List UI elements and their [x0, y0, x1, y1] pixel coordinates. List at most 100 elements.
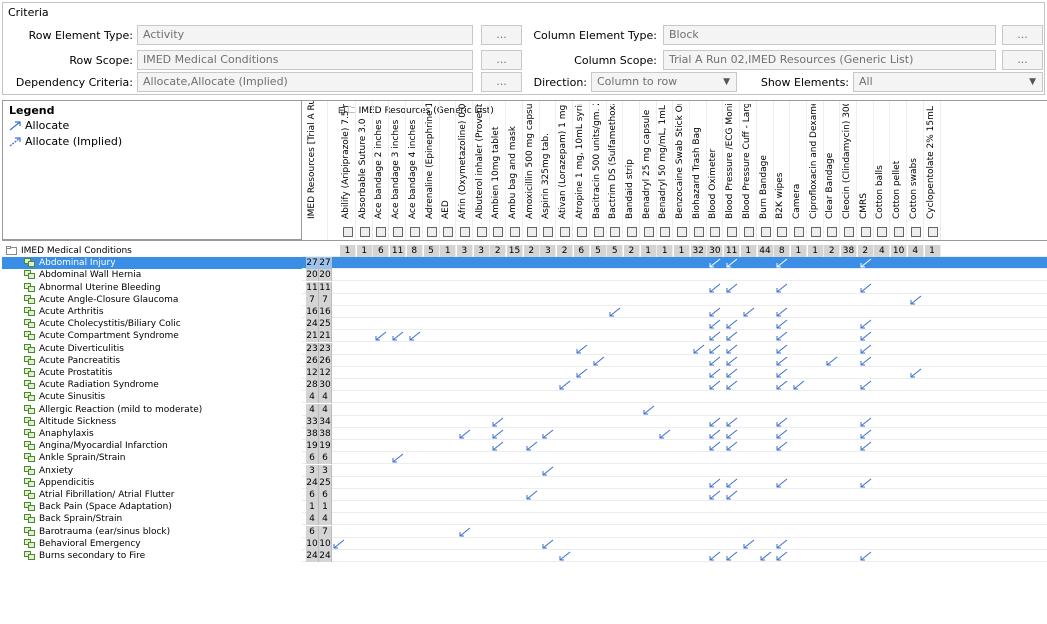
allocate-arrow-icon[interactable]	[860, 441, 872, 451]
column-header[interactable]: Benzocaine Swab Stick Oral	[674, 101, 690, 240]
col-scope-field[interactable]: Trial A Run 02,IMED Resources (Generic L…	[663, 50, 996, 70]
allocate-arrow-icon[interactable]	[776, 283, 788, 293]
column-header[interactable]: Ace bandage 4 inches	[407, 101, 423, 240]
tree-row[interactable]: Atrial Fibrillation/ Atrial Flutter	[2, 489, 302, 501]
column-header[interactable]: Cotton balls	[874, 101, 891, 240]
row-scope-field[interactable]: IMED Medical Conditions	[137, 50, 473, 70]
tree-row[interactable]: Abdominal Injury	[2, 257, 302, 270]
allocate-arrow-icon[interactable]	[609, 307, 621, 317]
allocate-arrow-icon[interactable]	[709, 417, 721, 427]
root-column-header[interactable]: IMED Resources [Trial A Run 02]	[306, 101, 328, 240]
allocate-arrow-icon[interactable]	[709, 441, 721, 451]
allocate-arrow-icon[interactable]	[726, 356, 738, 366]
column-header[interactable]: Bandaid strip	[624, 101, 640, 240]
column-header[interactable]: CMRS	[858, 101, 874, 240]
allocate-arrow-icon[interactable]	[726, 441, 738, 451]
tree-root-folder[interactable]: IMED Medical Conditions	[2, 245, 302, 257]
allocate-arrow-icon[interactable]	[459, 527, 471, 537]
allocate-arrow-icon[interactable]	[559, 380, 571, 390]
column-header[interactable]: Cyclopentolate 2% 15mL bottle	[925, 101, 941, 240]
tree-row[interactable]: Abnormal Uterine Bleeding	[2, 282, 302, 294]
dependency-field[interactable]: Allocate,Allocate (Implied)	[137, 72, 473, 92]
column-header[interactable]: AED	[440, 101, 457, 240]
allocate-arrow-icon[interactable]	[776, 319, 788, 329]
column-header[interactable]: Amoxicillin 500 mg capsule	[524, 101, 540, 240]
allocate-arrow-icon[interactable]	[860, 429, 872, 439]
allocate-arrow-icon[interactable]	[743, 539, 755, 549]
allocate-arrow-icon[interactable]	[576, 368, 588, 378]
show-elements-select[interactable]: All ▼	[853, 72, 1043, 92]
column-header[interactable]: Absorbable Suture 3.0	[357, 101, 373, 240]
column-header[interactable]: Ativan (Lorazepam) 1 mg tab	[557, 101, 574, 240]
allocate-arrow-icon[interactable]	[375, 331, 387, 341]
column-header[interactable]: Biohazard Trash Bag	[691, 101, 707, 240]
column-header[interactable]: Bacitracin 500 units/gm. 28g	[591, 101, 607, 240]
allocate-arrow-icon[interactable]	[776, 356, 788, 366]
allocate-arrow-icon[interactable]	[392, 331, 404, 341]
allocate-arrow-icon[interactable]	[542, 539, 554, 549]
column-header[interactable]: Cotton swabs	[908, 101, 924, 240]
tree-row[interactable]: Angina/Myocardial Infarction	[2, 440, 302, 452]
column-header[interactable]: Burn Bandage	[758, 101, 774, 240]
allocate-arrow-icon[interactable]	[860, 319, 872, 329]
allocate-arrow-icon[interactable]	[860, 551, 872, 561]
allocate-arrow-icon[interactable]	[860, 283, 872, 293]
tree-row[interactable]: Ankle Sprain/Strain	[2, 452, 302, 464]
allocate-arrow-icon[interactable]	[559, 551, 571, 561]
row-type-field[interactable]: Activity	[137, 25, 473, 45]
column-header[interactable]: Ace bandage 3 inches	[390, 101, 407, 240]
allocate-arrow-icon[interactable]	[709, 319, 721, 329]
column-header[interactable]: Benadryl 25 mg capsule	[641, 101, 657, 240]
allocate-arrow-icon[interactable]	[776, 380, 788, 390]
tree-row[interactable]: Acute Radiation Syndrome	[2, 379, 302, 391]
allocate-arrow-icon[interactable]	[726, 331, 738, 341]
tree-row[interactable]: Burns secondary to Fire	[2, 550, 302, 562]
tree-row[interactable]: Acute Arthritis	[2, 306, 302, 318]
allocate-arrow-icon[interactable]	[726, 417, 738, 427]
allocate-arrow-icon[interactable]	[726, 478, 738, 488]
allocate-arrow-icon[interactable]	[492, 441, 504, 451]
column-header[interactable]: Bactrim DS (Sulfamethoxazole)	[607, 101, 624, 240]
column-header[interactable]: Clear Bandage	[824, 101, 841, 240]
column-header[interactable]: Albuterol inhaler (Proventil)	[474, 101, 490, 240]
allocate-arrow-icon[interactable]	[709, 307, 721, 317]
tree-row[interactable]: Anaphylaxis	[2, 428, 302, 440]
allocate-arrow-icon[interactable]	[776, 539, 788, 549]
tree-row[interactable]: Acute Diverticulitis	[2, 343, 302, 355]
tree-row[interactable]: Behavioral Emergency	[2, 538, 302, 550]
allocate-arrow-icon[interactable]	[709, 551, 721, 561]
allocate-arrow-icon[interactable]	[709, 331, 721, 341]
tree-row[interactable]: Acute Cholecystitis/Biliary Colic	[2, 318, 302, 330]
allocate-arrow-icon[interactable]	[709, 356, 721, 366]
allocate-arrow-icon[interactable]	[910, 295, 922, 305]
column-header[interactable]: Ambu bag and mask	[507, 101, 523, 240]
allocate-arrow-icon[interactable]	[776, 258, 788, 268]
row-type-browse-button[interactable]: ...	[481, 25, 522, 45]
row-scope-browse-button[interactable]: ...	[481, 50, 522, 70]
allocate-arrow-icon[interactable]	[709, 344, 721, 354]
allocate-arrow-icon[interactable]	[726, 344, 738, 354]
allocate-arrow-icon[interactable]	[492, 417, 504, 427]
allocate-arrow-icon[interactable]	[709, 368, 721, 378]
allocate-arrow-icon[interactable]	[826, 356, 838, 366]
tree-row[interactable]: Altitude Sickness	[2, 416, 302, 428]
allocate-arrow-icon[interactable]	[860, 478, 872, 488]
allocate-arrow-icon[interactable]	[860, 417, 872, 427]
allocate-arrow-icon[interactable]	[709, 283, 721, 293]
allocate-arrow-icon[interactable]	[709, 380, 721, 390]
allocate-arrow-icon[interactable]	[726, 380, 738, 390]
direction-select[interactable]: Column to row ▼	[591, 72, 737, 92]
allocate-arrow-icon[interactable]	[526, 490, 538, 500]
column-header[interactable]: Blood Oximeter	[707, 101, 724, 240]
col-type-field[interactable]: Block	[663, 25, 996, 45]
allocate-arrow-icon[interactable]	[860, 380, 872, 390]
column-header[interactable]: Blood Pressure /ECG Monitor	[724, 101, 741, 240]
allocate-arrow-icon[interactable]	[542, 429, 554, 439]
allocate-arrow-icon[interactable]	[526, 441, 538, 451]
allocate-arrow-icon[interactable]	[776, 441, 788, 451]
allocate-arrow-icon[interactable]	[776, 478, 788, 488]
column-header[interactable]: Ambien 10mg tablet	[490, 101, 507, 240]
column-header[interactable]: Aspirin 325mg tab.	[540, 101, 557, 240]
allocate-arrow-icon[interactable]	[726, 490, 738, 500]
allocate-arrow-icon[interactable]	[709, 429, 721, 439]
